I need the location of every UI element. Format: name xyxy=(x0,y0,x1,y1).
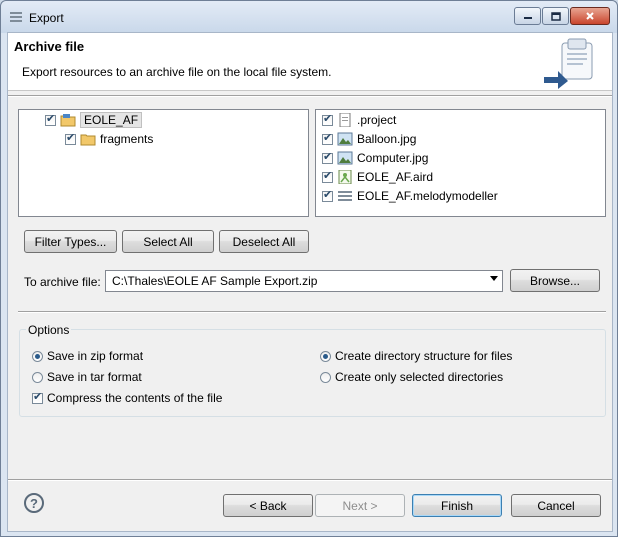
file-checkbox[interactable] xyxy=(322,150,333,164)
page-title: Archive file xyxy=(14,39,85,54)
zip-format-option[interactable]: Save in zip format xyxy=(32,348,143,364)
tree-item-fragments[interactable]: fragments xyxy=(65,130,153,148)
tar-format-radio[interactable] xyxy=(32,371,43,383)
model-file-icon xyxy=(338,191,352,201)
tar-format-label: Save in tar format xyxy=(47,370,142,384)
file-label: .project xyxy=(357,113,397,127)
export-dialog: Export Archive file Export resources to … xyxy=(0,0,618,537)
cancel-button[interactable]: Cancel xyxy=(511,494,601,517)
minimize-icon xyxy=(523,17,532,19)
file-item[interactable]: EOLE_AF.melodymodeller xyxy=(322,187,498,205)
tree-item-checkbox[interactable] xyxy=(65,131,76,145)
footer-separator xyxy=(8,479,612,481)
select-all-button[interactable]: Select All xyxy=(122,230,214,253)
close-button[interactable] xyxy=(570,7,610,25)
page-description: Export resources to an archive file on t… xyxy=(22,65,332,79)
deselect-all-button[interactable]: Deselect All xyxy=(219,230,309,253)
aird-file-icon xyxy=(338,170,352,184)
file-label: Computer.jpg xyxy=(357,151,429,165)
file-list[interactable]: .project Balloon.jpg Computer.jpg EOLE_A… xyxy=(315,109,606,217)
tree-item-checkbox[interactable] xyxy=(45,112,56,126)
selected-dirs-option[interactable]: Create only selected directories xyxy=(320,369,503,385)
text-file-icon xyxy=(339,113,351,127)
archive-file-label: To archive file: xyxy=(24,275,101,289)
filter-types-button[interactable]: Filter Types... xyxy=(24,230,117,253)
tree-item-eole-af[interactable]: EOLE_AF xyxy=(45,111,143,129)
maximize-icon xyxy=(550,11,561,21)
export-app-icon xyxy=(10,12,22,22)
window-title: Export xyxy=(29,11,64,25)
file-label: Balloon.jpg xyxy=(357,132,417,146)
options-group-title: Options xyxy=(26,323,72,337)
folder-icon xyxy=(80,134,96,146)
tree-item-label: fragments xyxy=(100,132,154,146)
image-file-icon xyxy=(337,132,353,146)
tree-item-label: EOLE_AF xyxy=(80,112,143,128)
minimize-button[interactable] xyxy=(514,7,541,25)
zip-format-label: Save in zip format xyxy=(47,349,144,363)
file-checkbox[interactable] xyxy=(322,188,333,202)
file-item[interactable]: EOLE_AF.aird xyxy=(322,168,433,186)
zip-format-radio[interactable] xyxy=(32,350,43,362)
create-structure-option[interactable]: Create directory structure for files xyxy=(320,348,512,364)
image-file-icon xyxy=(337,151,353,165)
archive-path-value: C:\Thales\EOLE AF Sample Export.zip xyxy=(112,274,318,288)
dropdown-arrow-icon[interactable] xyxy=(490,276,498,281)
title-bar[interactable]: Export xyxy=(1,1,617,33)
create-structure-radio[interactable] xyxy=(320,350,331,362)
file-checkbox[interactable] xyxy=(322,112,333,126)
finish-button[interactable]: Finish xyxy=(412,494,502,517)
browse-button[interactable]: Browse... xyxy=(510,269,600,292)
compress-option[interactable]: Compress the contents of the file xyxy=(32,390,222,406)
dialog-content: Archive file Export resources to an arch… xyxy=(7,32,613,532)
close-icon xyxy=(586,12,594,20)
file-item[interactable]: .project xyxy=(322,111,396,129)
export-wizard-icon xyxy=(544,38,593,89)
wizard-banner: Archive file Export resources to an arch… xyxy=(8,33,612,91)
compress-checkbox[interactable] xyxy=(32,390,43,404)
file-label: EOLE_AF.aird xyxy=(357,170,434,184)
selected-dirs-radio[interactable] xyxy=(320,371,331,383)
maximize-button[interactable] xyxy=(542,7,569,25)
next-button[interactable]: Next > xyxy=(315,494,405,517)
compress-label: Compress the contents of the file xyxy=(47,391,223,405)
selected-dirs-label: Create only selected directories xyxy=(335,370,504,384)
project-folder-icon xyxy=(60,114,76,127)
file-item[interactable]: Balloon.jpg xyxy=(322,130,416,148)
help-icon[interactable]: ? xyxy=(24,493,44,513)
archive-path-combo[interactable]: C:\Thales\EOLE AF Sample Export.zip xyxy=(105,270,503,292)
file-label: EOLE_AF.melodymodeller xyxy=(357,189,498,203)
create-structure-label: Create directory structure for files xyxy=(335,349,513,363)
file-checkbox[interactable] xyxy=(322,131,333,145)
options-separator xyxy=(18,311,606,313)
back-button[interactable]: < Back xyxy=(223,494,313,517)
file-item[interactable]: Computer.jpg xyxy=(322,149,428,167)
tar-format-option[interactable]: Save in tar format xyxy=(32,369,142,385)
resource-tree[interactable]: EOLE_AF fragments xyxy=(18,109,309,217)
banner-separator xyxy=(8,95,612,97)
file-checkbox[interactable] xyxy=(322,169,333,183)
